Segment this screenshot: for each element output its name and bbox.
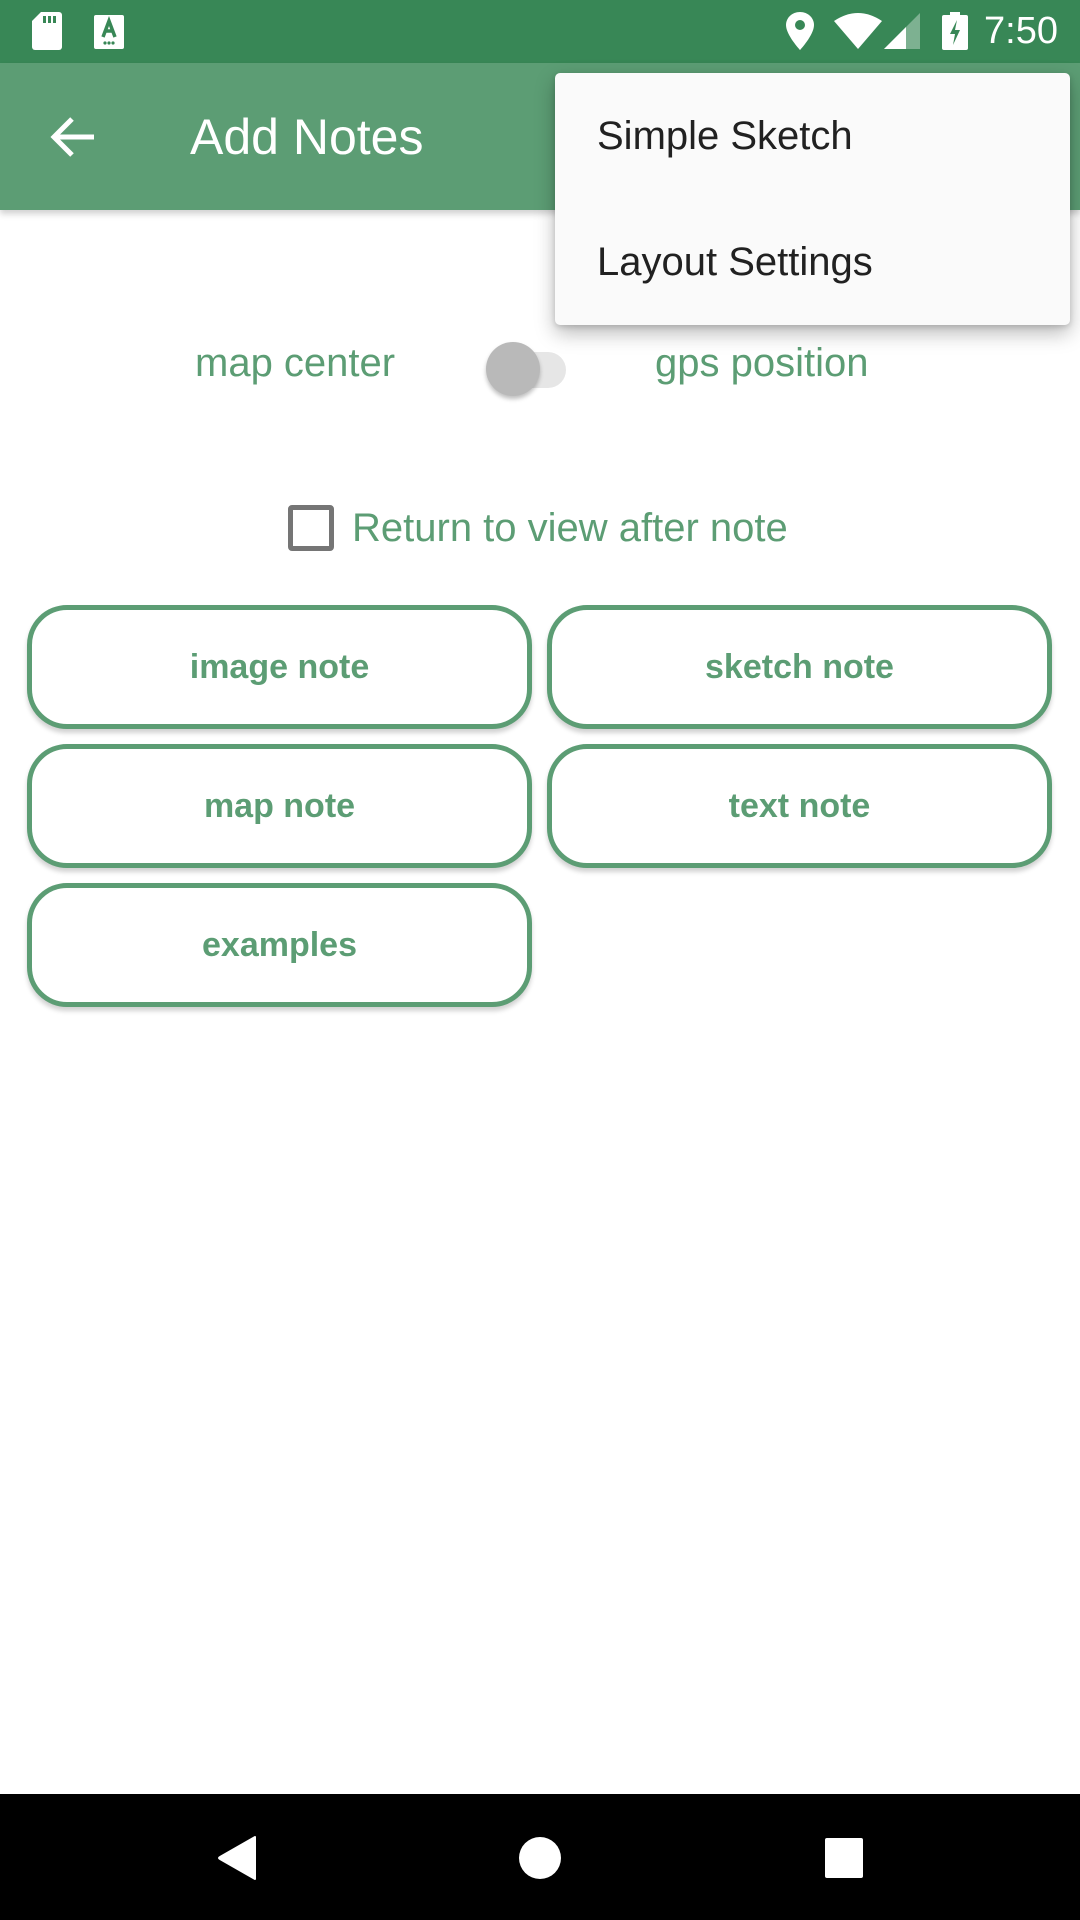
map-note-button[interactable]: map note <box>27 744 532 868</box>
nav-recents-icon <box>825 1838 863 1878</box>
wifi-icon <box>834 13 882 49</box>
arrow-back-icon <box>50 117 94 157</box>
return-to-view-checkbox[interactable] <box>288 505 334 551</box>
menu-item-label: Simple Sketch <box>597 113 853 158</box>
cell-signal-icon <box>884 13 920 49</box>
nav-back-button[interactable] <box>205 1826 269 1890</box>
status-bar: 7:50 <box>0 0 1080 63</box>
accessibility-a-icon <box>94 15 124 49</box>
map-center-label: map center <box>195 341 396 385</box>
nav-recents-button[interactable] <box>812 1826 876 1890</box>
nav-back-icon <box>218 1836 256 1880</box>
navigation-bar <box>0 1794 1080 1920</box>
position-switch[interactable] <box>486 336 572 396</box>
text-note-button[interactable]: text note <box>547 744 1052 868</box>
return-to-view-checkbox-row[interactable]: Return to view after note <box>288 500 788 556</box>
gps-position-label: gps position <box>655 341 869 385</box>
menu-item-label: Layout Settings <box>597 239 873 284</box>
overflow-menu: Simple Sketch Layout Settings <box>555 73 1070 325</box>
battery-charging-icon <box>942 12 968 50</box>
sketch-note-button[interactable]: sketch note <box>547 605 1052 729</box>
image-note-button[interactable]: image note <box>27 605 532 729</box>
position-toggle-row: map center gps position <box>0 330 1080 400</box>
add-notes-screen: 7:50 Add Notes map center gps position R… <box>0 0 1080 1920</box>
examples-button[interactable]: examples <box>27 883 532 1007</box>
back-button[interactable] <box>42 109 102 165</box>
return-to-view-label: Return to view after note <box>352 506 788 550</box>
menu-item-layout-settings[interactable]: Layout Settings <box>555 199 1070 325</box>
menu-item-simple-sketch[interactable]: Simple Sketch <box>555 73 1070 199</box>
location-icon <box>786 12 814 50</box>
page-title: Add Notes <box>190 109 424 165</box>
switch-thumb <box>486 342 540 396</box>
sd-card-icon <box>32 12 62 50</box>
nav-home-button[interactable] <box>508 1826 572 1890</box>
nav-home-icon <box>519 1837 561 1879</box>
status-clock: 7:50 <box>984 10 1058 52</box>
